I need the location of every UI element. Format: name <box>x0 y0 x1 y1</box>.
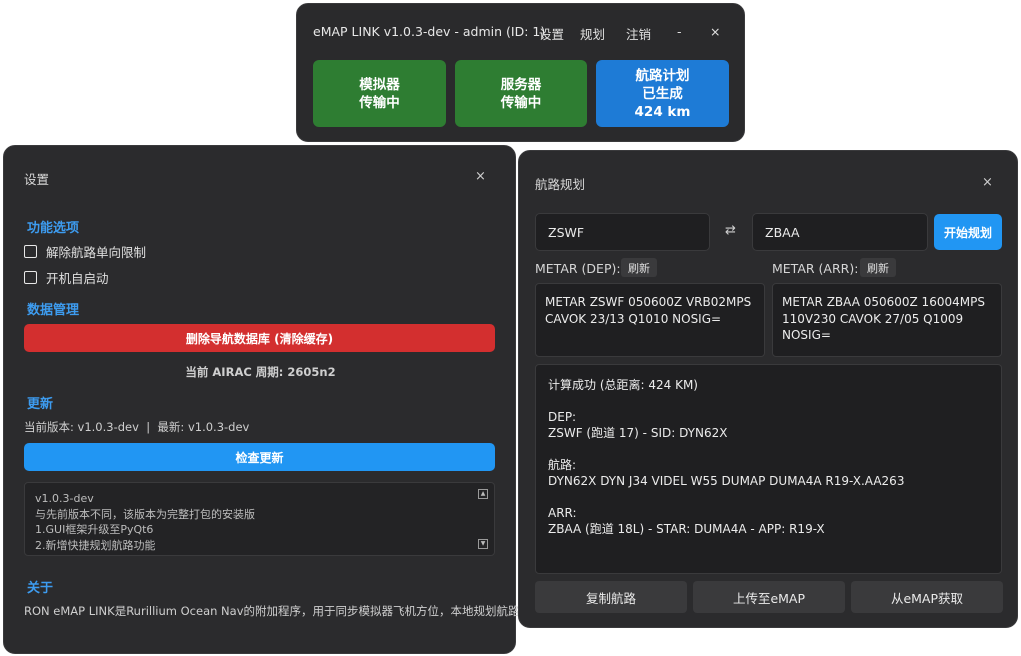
result-route-detail: DYN62X DYN J34 VIDEL W55 DUMAP DUMA4A R1… <box>548 474 905 488</box>
server-status-label: 服务器 <box>500 76 542 93</box>
refresh-arr-button[interactable]: 刷新 <box>860 258 896 277</box>
about-text: RON eMAP LINK是Rurillium Ocean Nav的附加程序，用… <box>24 604 520 618</box>
route-distance: 424 km <box>634 103 691 120</box>
route-status-label: 航路计划 <box>635 67 690 84</box>
close-icon[interactable]: × <box>475 169 486 184</box>
result-dep-detail: ZSWF (跑道 17) - SID: DYN62X <box>548 426 728 440</box>
version-info: 当前版本: v1.0.3-dev | 最新: v1.0.3-dev <box>24 420 250 434</box>
server-status-button[interactable]: 服务器 传输中 <box>455 60 587 127</box>
simulator-status-label: 模拟器 <box>359 76 400 93</box>
arrival-input[interactable]: ZBAA <box>752 213 928 251</box>
metar-dep-label: METAR (DEP): <box>535 261 621 276</box>
simulator-status-button[interactable]: 模拟器 传输中 <box>313 60 446 127</box>
departure-input[interactable]: ZSWF <box>535 213 710 251</box>
data-heading: 数据管理 <box>27 303 80 318</box>
autostart-option[interactable]: 开机自启动 <box>24 268 109 287</box>
result-arr-detail: ZBAA (跑道 18L) - STAR: DUMA4A - APP: R19-… <box>548 522 825 536</box>
settings-title: 设置 <box>24 172 50 187</box>
changelog-line: v1.0.3-dev <box>35 492 94 505</box>
about-heading: 关于 <box>27 581 54 596</box>
autostart-option-label: 开机自启动 <box>46 271 109 286</box>
metar-dep-text: METAR ZSWF 050600Z VRB02MPS CAVOK 23/13 … <box>535 283 765 357</box>
route-planning-window: 航路规划 × ZSWF ⇄ ZBAA 开始规划 METAR (DEP): 刷新 … <box>518 150 1018 628</box>
main-status-window: eMAP LINK v1.0.3-dev - admin (ID: 1) 设置 … <box>296 3 745 142</box>
changelog-line: 与先前版本不同，该版本为完整打包的安装版 <box>35 507 255 521</box>
route-result: 计算成功 (总距离: 424 KM) DEP: ZSWF (跑道 17) - S… <box>535 364 1002 574</box>
menu-settings[interactable]: 设置 <box>539 24 564 43</box>
refresh-dep-button[interactable]: 刷新 <box>621 258 657 277</box>
checkbox-unchecked[interactable] <box>24 245 37 258</box>
scroll-down-icon[interactable]: ▼ <box>478 539 488 549</box>
features-heading: 功能选项 <box>27 221 80 236</box>
changelog-box[interactable]: v1.0.3-dev 与先前版本不同，该版本为完整打包的安装版 1.GUI框架升… <box>24 482 495 556</box>
result-dep-label: DEP: <box>548 410 577 424</box>
one-way-option[interactable]: 解除航路单向限制 <box>24 242 146 261</box>
airac-cycle: 当前 AIRAC 周期: 2605n2 <box>185 365 336 379</box>
copy-route-button[interactable]: 复制航路 <box>535 581 687 613</box>
changelog-line: 1.GUI框架升级至PyQt6 <box>35 523 154 536</box>
start-planning-button[interactable]: 开始规划 <box>934 214 1002 250</box>
close-icon[interactable]: × <box>710 24 720 39</box>
changelog-line: 2.新增快捷规划航路功能 <box>35 538 156 552</box>
menu-planning[interactable]: 规划 <box>580 24 605 43</box>
metar-arr-label: METAR (ARR): <box>772 261 859 276</box>
route-status-state: 已生成 <box>642 85 683 102</box>
result-route-label: 航路: <box>548 458 577 472</box>
check-update-button[interactable]: 检查更新 <box>24 443 495 471</box>
menu-logout[interactable]: 注销 <box>626 24 651 43</box>
route-title: 航路规划 <box>535 177 586 192</box>
update-heading: 更新 <box>27 397 54 412</box>
simulator-status-state: 传输中 <box>359 94 400 111</box>
fetch-emap-button[interactable]: 从eMAP获取 <box>851 581 1003 613</box>
route-status-button[interactable]: 航路计划 已生成 424 km <box>596 60 729 127</box>
app-title: eMAP LINK v1.0.3-dev - admin (ID: 1) <box>313 24 546 39</box>
result-summary: 计算成功 (总距离: 424 KM) <box>548 378 698 392</box>
swap-icon[interactable]: ⇄ <box>725 223 736 238</box>
server-status-state: 传输中 <box>500 94 542 111</box>
settings-window: 设置 × 功能选项 解除航路单向限制 开机自启动 数据管理 删除导航数据库 (清… <box>3 145 520 654</box>
upload-emap-button[interactable]: 上传至eMAP <box>693 581 845 613</box>
close-icon[interactable]: × <box>982 175 993 190</box>
minimize-button[interactable]: - <box>677 24 682 39</box>
scroll-up-icon[interactable]: ▲ <box>478 489 488 499</box>
metar-arr-text: METAR ZBAA 050600Z 16004MPS 110V230 CAVO… <box>772 283 1002 357</box>
one-way-option-label: 解除航路单向限制 <box>46 245 147 260</box>
result-arr-label: ARR: <box>548 506 577 520</box>
scrollbar[interactable]: ▲ ▼ <box>478 489 488 549</box>
checkbox-unchecked[interactable] <box>24 271 37 284</box>
delete-database-button[interactable]: 删除导航数据库 (清除缓存) <box>24 324 495 352</box>
